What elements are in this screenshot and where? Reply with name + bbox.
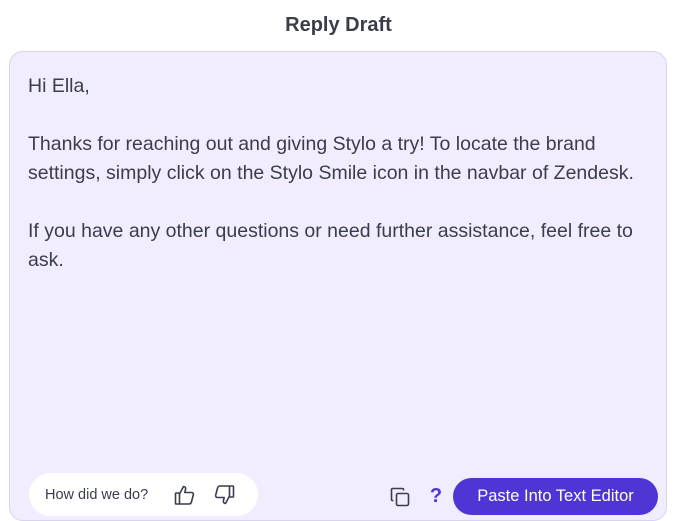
copy-icon[interactable]: [388, 485, 412, 509]
draft-paragraph-2: If you have any other questions or need …: [28, 220, 633, 271]
feedback-label: How did we do?: [45, 486, 149, 503]
thumbs-down-icon[interactable]: [212, 483, 236, 507]
reply-draft-text[interactable]: Hi Ella, Thanks for reaching out and giv…: [28, 72, 652, 275]
draft-greeting: Hi Ella,: [28, 75, 90, 97]
draft-paragraph-1: Thanks for reaching out and giving Stylo…: [28, 133, 634, 184]
feedback-pill: How did we do?: [29, 473, 258, 516]
page-title: Reply Draft: [285, 14, 392, 36]
thumbs-up-icon[interactable]: [173, 483, 197, 507]
help-icon[interactable]: ?: [428, 482, 444, 510]
paste-into-text-editor-button[interactable]: Paste Into Text Editor: [453, 478, 658, 515]
reply-draft-box[interactable]: Hi Ella, Thanks for reaching out and giv…: [9, 51, 667, 521]
